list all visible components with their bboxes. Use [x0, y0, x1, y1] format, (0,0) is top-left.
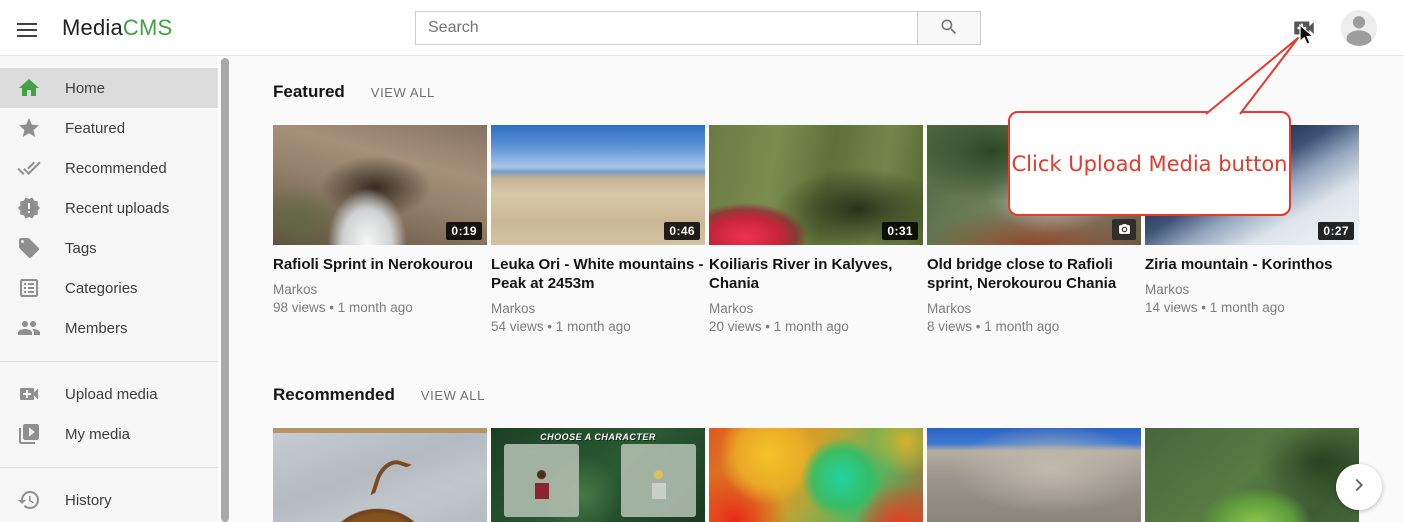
double-check-icon — [17, 156, 41, 180]
search-input[interactable] — [416, 12, 917, 44]
user-avatar[interactable] — [1341, 10, 1377, 46]
sidebar-item-recent-uploads[interactable]: Recent uploads — [0, 188, 218, 228]
media-card[interactable] — [927, 428, 1141, 522]
character-panel — [504, 444, 579, 517]
sidebar-item-label: Tags — [65, 240, 97, 257]
media-card[interactable] — [273, 428, 487, 522]
media-card[interactable]: 0:31 Koiliaris River in Kalyves, Chania … — [709, 125, 923, 336]
search-form — [415, 11, 981, 45]
sidebar-item-label: Upload media — [65, 386, 158, 403]
video-thumbnail[interactable] — [273, 428, 487, 522]
video-title[interactable]: Koiliaris River in Kalyves, Chania — [709, 255, 923, 293]
sidebar-item-label: Members — [65, 320, 128, 337]
new-releases-icon — [17, 196, 41, 220]
video-thumbnail[interactable] — [927, 428, 1141, 522]
recommended-view-all-link[interactable]: VIEW ALL — [421, 388, 485, 403]
video-author[interactable]: Markos — [1145, 281, 1359, 299]
media-card[interactable] — [1145, 428, 1359, 522]
history-icon — [17, 488, 41, 512]
video-author[interactable]: Markos — [273, 281, 487, 299]
top-bar: MediaCMS — [0, 0, 1404, 56]
sidebar-item-history[interactable]: History — [0, 480, 218, 520]
recommended-card-row: CHOOSE A CHARACTER KWAME YAA Selected Se… — [273, 428, 1359, 522]
video-thumbnail[interactable] — [709, 428, 923, 522]
home-icon — [17, 76, 41, 100]
duration-badge: 0:46 — [664, 222, 700, 240]
sidebar-divider — [0, 361, 218, 362]
sidebar-item-members[interactable]: Members — [0, 308, 218, 348]
video-title[interactable]: Old bridge close to Rafioli sprint, Nero… — [927, 255, 1141, 293]
chevron-right-icon — [1348, 474, 1370, 501]
video-meta: 14 views • 1 month ago — [1145, 299, 1359, 317]
section-title-featured: Featured — [273, 82, 345, 102]
video-meta: 98 views • 1 month ago — [273, 299, 487, 317]
sidebar-item-label: Recommended — [65, 160, 167, 177]
section-title-recommended: Recommended — [273, 385, 395, 405]
video-thumbnail[interactable]: 0:46 — [491, 125, 705, 245]
sidebar-item-recommended[interactable]: Recommended — [0, 148, 218, 188]
sidebar-item-my-media[interactable]: My media — [0, 414, 218, 454]
sidebar-scrollbar[interactable] — [218, 56, 231, 522]
members-icon — [17, 316, 41, 340]
character-panel — [621, 444, 696, 517]
video-title[interactable]: Ziria mountain - Korinthos — [1145, 255, 1359, 274]
sidebar-divider — [0, 467, 218, 468]
sidebar-item-label: Featured — [65, 120, 125, 137]
menu-icon[interactable] — [15, 17, 41, 39]
video-meta: 8 views • 1 month ago — [927, 318, 1141, 336]
media-card[interactable] — [709, 428, 923, 522]
sidebar-item-categories[interactable]: Categories — [0, 268, 218, 308]
duration-badge: 0:19 — [446, 222, 482, 240]
sidebar: Home Featured Recommended Recent uploads… — [0, 56, 218, 522]
thumbnail-overlay-text: CHOOSE A CHARACTER — [491, 432, 705, 442]
video-thumbnail[interactable]: CHOOSE A CHARACTER KWAME YAA Selected Se… — [491, 428, 705, 522]
star-icon — [17, 116, 41, 140]
search-icon — [939, 17, 959, 40]
scrollbar-thumb[interactable] — [221, 58, 229, 522]
duration-badge: 0:31 — [882, 222, 918, 240]
tag-icon — [17, 236, 41, 260]
sidebar-item-label: My media — [65, 426, 130, 443]
video-meta: 54 views • 1 month ago — [491, 318, 705, 336]
upload-media-icon — [17, 382, 41, 406]
sidebar-item-label: Recent uploads — [65, 200, 169, 217]
video-author[interactable]: Markos — [491, 300, 705, 318]
video-title[interactable]: Leuka Ori - White mountains - Peak at 24… — [491, 255, 705, 293]
sidebar-item-label: Categories — [65, 280, 138, 297]
sidebar-item-featured[interactable]: Featured — [0, 108, 218, 148]
sidebar-item-label: Home — [65, 80, 105, 97]
sidebar-item-label: History — [65, 492, 112, 509]
carousel-next-button[interactable] — [1336, 464, 1382, 510]
video-author[interactable]: Markos — [927, 300, 1141, 318]
tooltip-text: Click Upload Media button — [1012, 152, 1288, 176]
sidebar-item-home[interactable]: Home — [0, 68, 218, 108]
logo-text-media: Media — [62, 15, 123, 41]
recommended-section: Recommended VIEW ALL CHOOSE A CHARACTER … — [273, 385, 1404, 522]
upload-media-icon[interactable] — [1291, 15, 1317, 41]
video-meta: 20 views • 1 month ago — [709, 318, 923, 336]
categories-icon — [17, 276, 41, 300]
media-card[interactable]: 0:19 Rafioli Sprint in Nerokourou Markos… — [273, 125, 487, 336]
media-card[interactable]: CHOOSE A CHARACTER KWAME YAA Selected Se… — [491, 428, 705, 522]
video-title[interactable]: Rafioli Sprint in Nerokourou — [273, 255, 487, 274]
video-thumbnail[interactable]: 0:19 — [273, 125, 487, 245]
logo-text-cms: CMS — [123, 15, 173, 41]
search-button[interactable] — [917, 12, 980, 44]
app-logo[interactable]: MediaCMS — [62, 0, 172, 56]
camera-icon — [1112, 219, 1136, 240]
tooltip-callout: Click Upload Media button — [1008, 111, 1291, 216]
featured-view-all-link[interactable]: VIEW ALL — [371, 85, 435, 100]
sidebar-item-tags[interactable]: Tags — [0, 228, 218, 268]
video-thumbnail[interactable] — [1145, 428, 1359, 522]
video-library-icon — [17, 422, 41, 446]
video-thumbnail[interactable]: 0:31 — [709, 125, 923, 245]
media-card[interactable]: 0:46 Leuka Ori - White mountains - Peak … — [491, 125, 705, 336]
sidebar-item-upload-media[interactable]: Upload media — [0, 374, 218, 414]
duration-badge: 0:27 — [1318, 222, 1354, 240]
video-author[interactable]: Markos — [709, 300, 923, 318]
